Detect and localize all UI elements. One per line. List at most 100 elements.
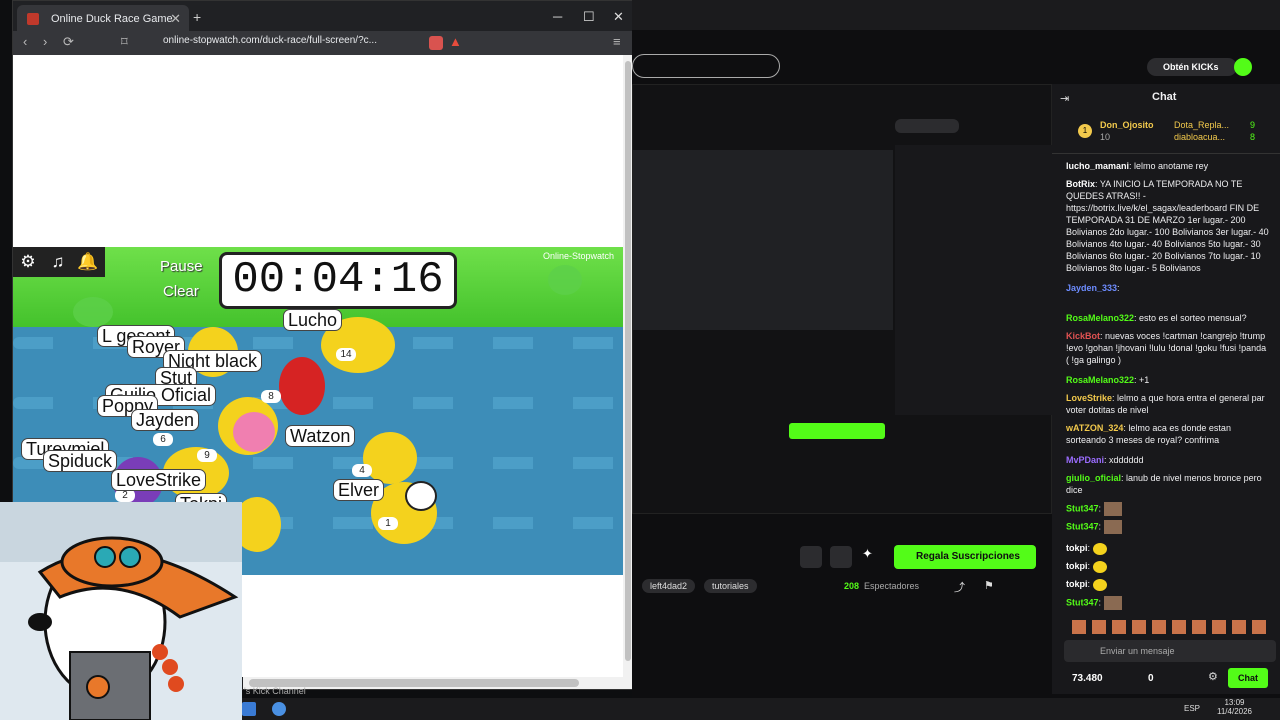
music-icon[interactable]: ♫ [43,247,73,277]
clear-button[interactable]: Clear [163,283,199,300]
duck-number: 8 [261,390,281,403]
minimize-icon[interactable]: ─ [553,9,562,24]
nested-get-kicks [895,119,959,133]
viewer-count: 208 [844,581,860,591]
notifications-icon[interactable] [800,546,822,568]
clock-time: 13:09 [1224,698,1245,707]
sparkle-icon[interactable]: ✦ [862,546,873,562]
nested-subs-button [789,423,885,439]
duck-red [279,357,325,415]
duck-number: 6 [153,433,173,446]
back-icon[interactable]: ‹ [23,34,27,49]
nav-bar: ‹ › ⟳ ⌑ online-stopwatch.com/duck-race/f… [13,31,633,55]
favicon-icon [27,13,39,25]
top-gifters: 1 Don_Ojosito 10 Dota_Repla... 9 diabloa… [1052,112,1280,154]
duck-name-label: Lucho [283,309,343,331]
duck-name-label: LoveStrike [111,469,207,491]
forward-icon[interactable]: › [43,34,47,49]
emote-icon [1092,578,1107,591]
collapse-chat-icon[interactable]: ⇥ [1060,92,1069,105]
tab-bar: Online Duck Race Game ✕ + ─ ☐ ✕ [13,1,633,35]
gift-subs-button[interactable]: Regala Suscripciones [894,545,1036,569]
gifter-3-name: diabloacua... [1174,132,1226,142]
new-tab-icon[interactable]: + [193,9,201,25]
emote-icon [1092,560,1107,573]
chat-input[interactable]: Enviar un mensaje [1064,640,1276,662]
nested-chat [895,145,1053,415]
close-tab-icon[interactable]: ✕ [170,11,181,27]
emote-icon [1092,542,1107,555]
rewards-icon[interactable]: ▲ [449,34,462,49]
taskbar-app-icon[interactable] [272,702,286,716]
stream-search-input[interactable] [632,54,780,78]
chat-message: Stut347: [1066,520,1270,534]
reload-icon[interactable]: ⟳ [63,34,74,50]
second-count: 0 [1148,673,1154,684]
bookmark-icon[interactable]: ⌑ [121,34,128,50]
duck-number: 1 [378,517,398,530]
gifter-3-count: 8 [1250,132,1256,142]
heart-icon[interactable] [830,546,852,568]
settings-icon[interactable]: ⚙ [13,247,43,277]
timer-display: 00:04:16 [219,252,457,309]
close-window-icon[interactable]: ✕ [613,9,624,25]
chat-panel: ⇥ Chat 1 Don_Ojosito 10 Dota_Repla... 9 … [1052,84,1280,694]
address-bar[interactable]: online-stopwatch.com/duck-race/full-scre… [163,35,377,46]
tab-duck-race[interactable]: Online Duck Race Game ✕ [17,5,189,33]
tag-tutoriales[interactable]: tutoriales [704,579,757,593]
brave-shield-icon[interactable] [429,36,443,50]
webcam-overlay [0,502,242,720]
emote-icon [1103,502,1122,516]
flag-icon[interactable]: ⚑ [984,579,994,592]
nested-screen [633,150,893,330]
emote-icon [1103,520,1122,534]
chat-message: Stut347: [1066,596,1270,610]
send-chat-button[interactable]: Chat [1228,668,1268,688]
game-toolbar: ⚙ ♫ 🔔 [13,247,105,277]
clock-date: 11/4/2026 [1217,707,1252,716]
chat-message: wATZON_324: lelmo aca es donde estan sor… [1066,423,1231,445]
chat-message: tokpi: [1066,542,1270,555]
duck-name-label: Spiduck [43,450,118,472]
kick-channel-text: 's Kick Channel [244,686,306,696]
bell-icon[interactable]: 🔔 [73,247,103,277]
duck-number: 14 [336,348,356,361]
clock[interactable]: 13:09 11/4/2026 [1217,698,1252,716]
top-gifter-count: 10 [1100,132,1111,142]
chat-message: Jayden_333: [1066,283,1120,293]
duck-name-label: Elver [333,479,385,501]
language-indicator[interactable]: ESP [1184,704,1200,713]
chat-message: RosaMelano322: esto es el sorteo mensual… [1066,313,1247,323]
chat-message: tokpi: [1066,578,1270,591]
rank-1-icon: 1 [1078,124,1092,138]
stream-video [632,84,1053,514]
bush [548,265,582,295]
chat-message: MvPDani: xdddddd [1066,455,1144,465]
tag-left4dad2[interactable]: left4dad2 [642,579,696,593]
cartoon-character-image [0,502,242,720]
points-count: 73.480 [1072,673,1103,684]
duck-name-label: Jayden [131,409,200,431]
chat-message: LoveStrike: lelmo a que hora entra el ge… [1066,393,1265,415]
duck-number: 4 [352,464,372,477]
emote-bar[interactable] [1072,620,1268,634]
helmet-icon [405,481,437,511]
chat-message: tokpi: [1066,560,1270,573]
bush [73,297,113,327]
maximize-icon[interactable]: ☐ [583,9,595,25]
chat-message: lucho_mamani: lelmo anotame rey [1066,161,1209,171]
duck-name-label: Watzon [285,425,356,447]
chat-settings-icon[interactable]: ⚙ [1208,670,1218,683]
avatar[interactable] [1234,58,1252,76]
duck-watzon [363,432,417,484]
chat-message: giulio_oficial: lanub de nivel menos bro… [1066,473,1262,495]
get-kicks-button[interactable]: Obtén KICKs [1147,58,1237,76]
duck-number: 9 [197,449,217,462]
taskbar-app-icon[interactable] [242,702,256,716]
viewer-label: Espectadores [864,581,920,591]
chat-title: Chat [1152,91,1177,103]
share-icon[interactable]: ⤴ [954,579,965,595]
menu-icon[interactable]: ≡ [613,34,621,49]
pause-button[interactable]: Pause [160,258,203,275]
vertical-scroll-thumb[interactable] [625,61,631,661]
